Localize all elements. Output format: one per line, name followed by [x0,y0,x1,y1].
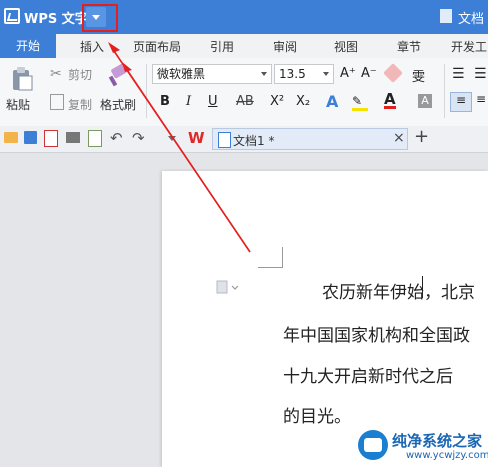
font-name-select[interactable]: 微软雅黑 [152,64,272,84]
document-text-line[interactable]: 年中国国家机构和全国政 [283,321,470,346]
format-painter-button[interactable]: 格式刷 [100,96,136,113]
annotation-highlight-box [82,4,118,32]
save-icon[interactable] [24,131,37,144]
format-painter-icon[interactable] [106,63,128,88]
app-title: WPS 文字 [24,12,88,27]
scissors-icon[interactable]: ✂ [50,66,62,82]
close-tab-button[interactable]: × [393,130,405,146]
copy-icon[interactable] [50,94,64,110]
bullet-list-icon[interactable]: ☰ [452,66,465,82]
app-menu[interactable]: WPS 文字 [0,0,88,34]
tab-view[interactable]: 视图 [334,38,358,55]
customize-dropdown-icon[interactable] [168,136,176,141]
ribbon-tabs: 开始 插入 页面布局 引用 审阅 视图 章节 开发工 [0,34,488,59]
wps-logo-icon [4,8,20,24]
export-pdf-icon[interactable] [44,130,58,147]
wps-w-icon[interactable]: W [188,129,205,147]
text-effect-icon[interactable]: A [326,92,338,111]
align-center-icon[interactable]: ≡ [476,92,486,106]
clear-format-icon[interactable] [383,63,403,83]
divider [444,64,445,118]
site-watermark: 纯净系统之家 www.ycwjzy.com [358,428,488,467]
document-tab-label[interactable]: 文档 [458,8,484,27]
document-text-line[interactable]: 十九大开启新时代之后 [283,362,453,387]
paragraph-options-icon[interactable] [216,280,240,297]
document-tab-title: 文档1 * [233,134,275,148]
tab-insert[interactable]: 插入 [80,38,104,55]
document-text-line[interactable]: 农历新年伊始，北京 [322,278,475,303]
watermark-logo-icon [358,430,388,460]
italic-button[interactable]: I [186,94,191,109]
align-left-icon[interactable]: ≡ [450,92,472,112]
watermark-title: 纯净系统之家 [392,432,483,450]
shrink-font-button[interactable]: A⁻ [361,66,377,81]
tab-review[interactable]: 审阅 [273,38,297,55]
phonetic-button[interactable]: 雯 [412,66,425,85]
redo-icon[interactable]: ↷ [132,129,145,147]
font-size-value: 13.5 [279,67,306,81]
divider [146,64,147,118]
print-icon[interactable] [66,132,80,143]
document-icon [440,9,452,23]
ribbon: 粘贴 ✂ 剪切 复制 格式刷 微软雅黑 13.5 A⁺ A⁻ 雯 ☰ ☰ B I… [0,58,488,127]
font-size-select[interactable]: 13.5 [274,64,334,84]
paste-icon[interactable] [10,66,34,92]
superscript-button[interactable]: X² [270,94,284,109]
strikethrough-button[interactable]: AB [236,94,254,109]
document-icon [218,132,231,148]
grow-font-button[interactable]: A⁺ [340,66,356,81]
highlight-icon[interactable]: ✎ [352,94,368,111]
undo-icon[interactable]: ↶ [110,129,123,147]
paste-button[interactable]: 粘贴 [6,96,30,113]
document-text-line[interactable]: 的目光。 [283,402,351,427]
new-tab-button[interactable]: + [414,126,429,147]
title-bar: WPS 文字 文档 [0,0,488,34]
tab-section[interactable]: 章节 [397,38,421,55]
copy-button[interactable]: 复制 [68,96,92,113]
font-color-button[interactable]: A [384,92,396,109]
subscript-button[interactable]: X₂ [296,94,310,109]
open-folder-icon[interactable] [4,132,18,143]
text-cursor [422,276,423,298]
document-workspace[interactable] [0,153,488,467]
document-tab[interactable]: 文档1 * × [212,128,408,150]
underline-button[interactable]: U [208,94,218,109]
tab-references[interactable]: 引用 [210,38,234,55]
tab-home[interactable]: 开始 [0,34,56,58]
page-margin-corner [258,247,283,268]
font-name-value: 微软雅黑 [157,67,206,81]
quick-access-bar: ↶ ↷ W 文档1 * × + [0,126,488,153]
cut-button[interactable]: 剪切 [68,66,92,83]
print-preview-icon[interactable] [88,130,102,147]
numbered-list-icon[interactable]: ☰ [474,66,487,82]
bold-button[interactable]: B [160,94,170,109]
watermark-url: www.ycwjzy.com [406,450,488,461]
tab-developer[interactable]: 开发工 [451,38,487,55]
char-shading-icon[interactable]: A [418,94,432,108]
tab-page-layout[interactable]: 页面布局 [133,38,181,55]
